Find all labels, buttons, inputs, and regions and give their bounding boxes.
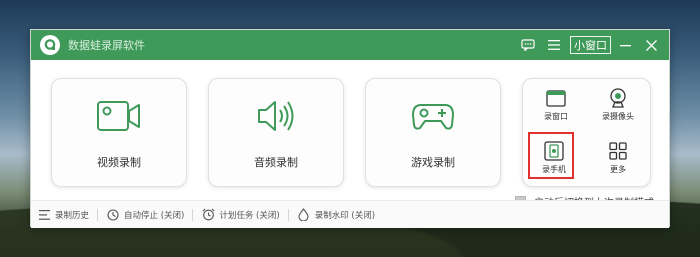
title-bar[interactable]: 数据蛙录屏软件 小窗口 <box>31 30 669 60</box>
more-label: 更多 <box>610 165 626 174</box>
menu-icon <box>548 40 560 50</box>
audio-record-card[interactable]: 音频录制 <box>208 78 344 187</box>
minimize-icon <box>619 44 631 46</box>
watermark-label: 录制水印 (关闭) <box>314 210 376 221</box>
footer-divider <box>192 208 194 221</box>
watermark-button[interactable]: 录制水印 (关闭) <box>297 208 375 222</box>
game-record-card[interactable]: 游戏录制 <box>365 78 501 187</box>
video-record-card[interactable]: 视频录制 <box>51 78 187 187</box>
gamepad-icon <box>411 99 455 133</box>
record-history-button[interactable]: 录制历史 <box>37 208 89 222</box>
minimize-button[interactable] <box>613 34 637 56</box>
window-record-label: 录窗口 <box>544 112 568 121</box>
more-item[interactable]: 更多 <box>595 135 641 181</box>
app-logo-icon <box>40 35 60 55</box>
main-content: 视频录制 音频录制 游戏录制 录窗口 录摄像头 录手机 更多 录制历史 自动停止… <box>31 60 669 228</box>
app-title: 数据蛙录屏软件 <box>68 39 145 52</box>
drop-icon <box>297 208 311 222</box>
video-record-label: 视频录制 <box>97 156 141 169</box>
webcam-record-label: 录摄像头 <box>602 112 634 121</box>
close-icon <box>645 39 657 51</box>
auto-stop-label: 自动停止 (关闭) <box>124 210 185 221</box>
menu-button[interactable] <box>542 34 566 56</box>
auto-stop-button[interactable]: 自动停止 (关闭) <box>106 208 184 222</box>
record-history-label: 录制历史 <box>55 210 90 221</box>
footer-bar: 录制历史 自动停止 (关闭) 计划任务 (关闭) 录制水印 (关闭) <box>31 200 669 228</box>
speaker-icon <box>256 99 296 133</box>
more-modes-panel: 录窗口 录摄像头 录手机 更多 <box>522 78 651 187</box>
window-record-item[interactable]: 录窗口 <box>533 82 579 128</box>
window-icon <box>546 88 566 108</box>
footer-divider <box>97 208 99 221</box>
mini-window-button[interactable]: 小窗口 <box>570 36 611 54</box>
title-controls: 小窗口 <box>514 30 663 60</box>
footer-divider <box>287 208 289 221</box>
audio-record-label: 音频录制 <box>254 156 298 169</box>
webcam-record-item[interactable]: 录摄像头 <box>595 82 641 128</box>
clock-icon <box>106 208 120 222</box>
list-icon <box>37 208 51 222</box>
chat-icon <box>521 39 535 51</box>
schedule-task-label: 计划任务 (关闭) <box>219 210 280 221</box>
grid-icon <box>609 141 627 161</box>
close-button[interactable] <box>639 34 663 56</box>
video-camera-icon <box>96 99 142 133</box>
game-record-label: 游戏录制 <box>411 156 455 169</box>
phone-record-highlight <box>528 132 574 179</box>
alarm-icon <box>201 208 215 222</box>
feedback-button[interactable] <box>516 34 540 56</box>
app-window: 数据蛙录屏软件 小窗口 视频录制 音频录制 游戏录制 录窗口 录摄像头 录手机 … <box>30 29 670 228</box>
schedule-task-button[interactable]: 计划任务 (关闭) <box>201 208 280 222</box>
webcam-icon <box>609 88 627 108</box>
